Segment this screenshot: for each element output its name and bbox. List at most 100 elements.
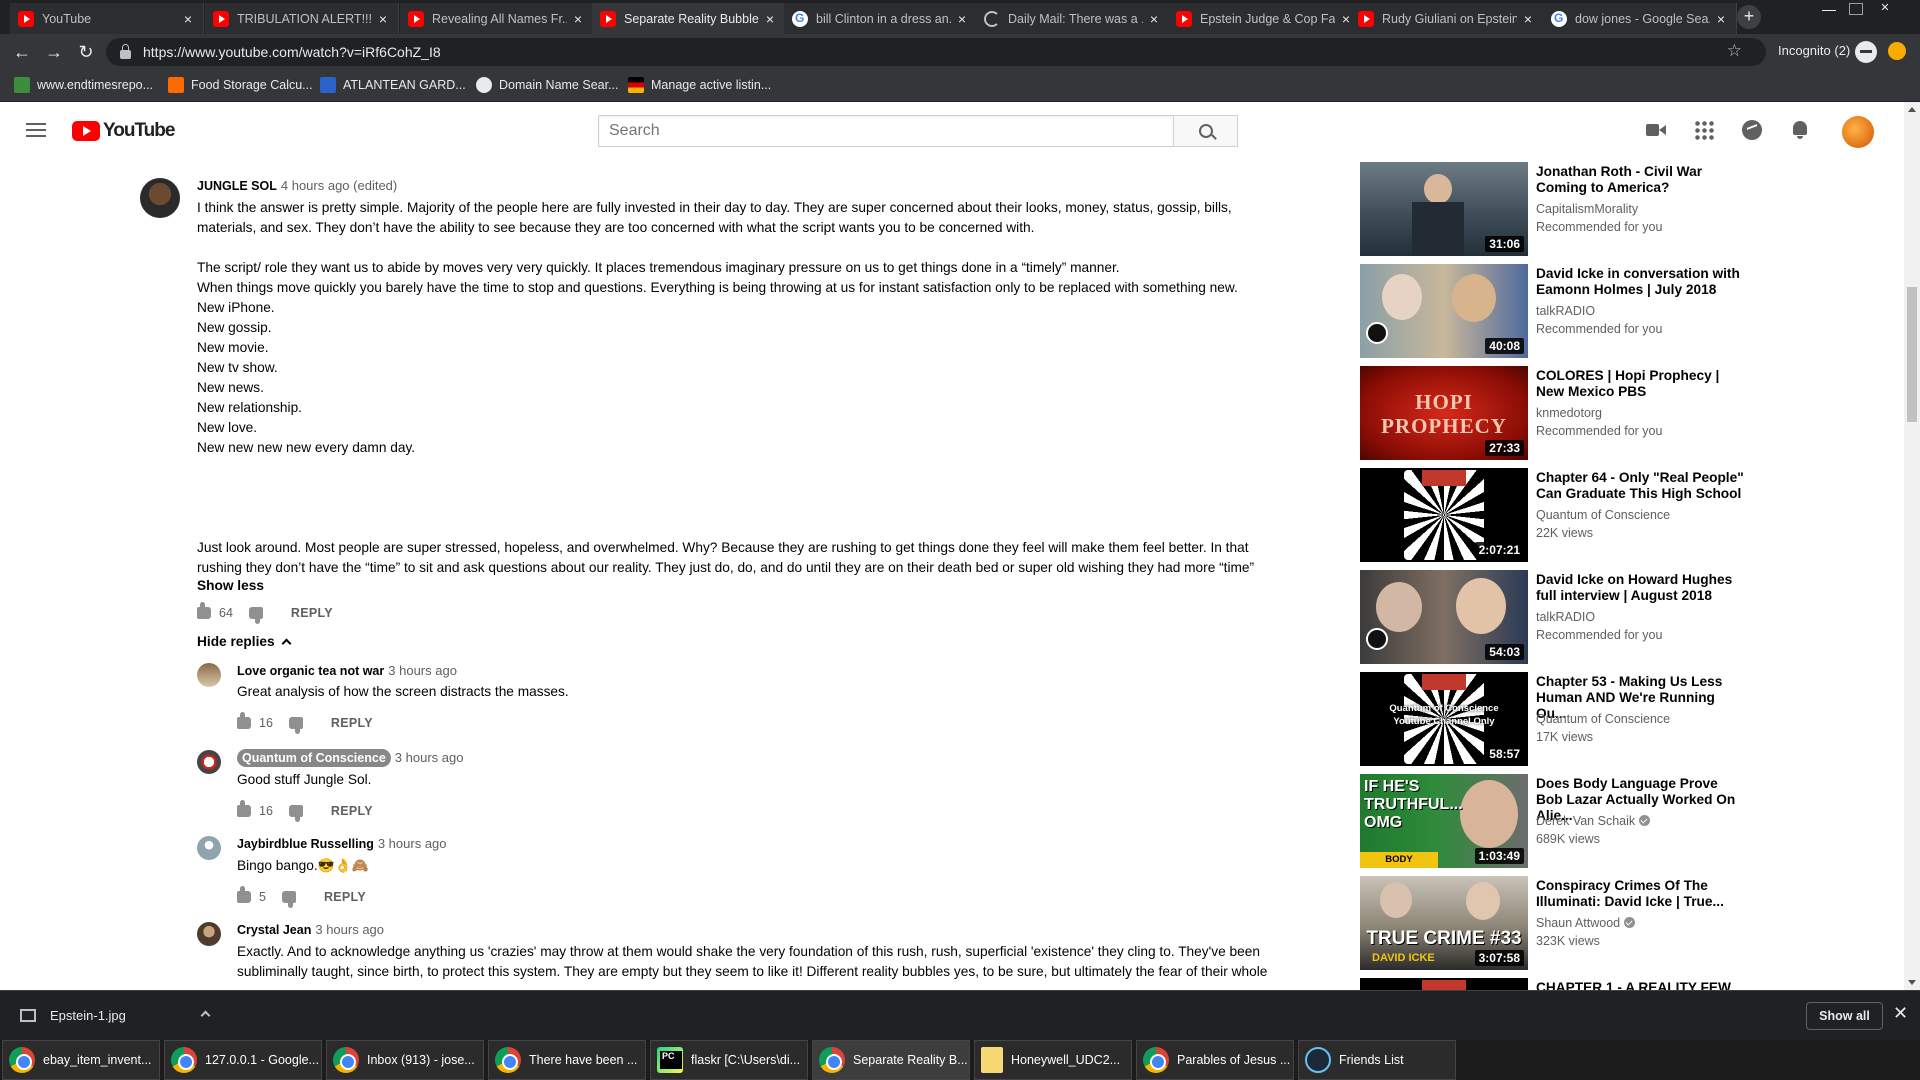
page-scrollbar[interactable] (1904, 102, 1920, 990)
taskbar-item[interactable]: flaskr [C:\Users\di... (650, 1040, 808, 1080)
bookmark-item[interactable]: www.endtimesrepo... (14, 77, 153, 93)
taskbar-item[interactable]: Inbox (913) - jose... (326, 1040, 484, 1080)
reply-button[interactable]: REPLY (331, 804, 373, 818)
channel-name[interactable]: knmedotorg (1536, 406, 1602, 420)
recommended-video[interactable]: HOPI PROPHECY 27:33 COLORES | Hopi Proph… (1360, 366, 1900, 460)
recommended-video[interactable]: TRUE CRIME #33 DAVID ICKE 3:07:58 Conspi… (1360, 876, 1900, 970)
comment-author[interactable]: JUNGLE SOL (197, 179, 277, 193)
incognito-label[interactable]: Incognito (2) (1778, 43, 1850, 58)
bookmark-item[interactable]: Manage active listin... (628, 77, 771, 93)
reload-icon[interactable]: ↻ (76, 42, 96, 62)
close-tab-icon[interactable]: × (1521, 11, 1535, 27)
bookmark-star-icon[interactable]: ☆ (1727, 41, 1742, 61)
show-all-downloads-button[interactable]: Show all (1806, 1002, 1883, 1030)
browser-tab[interactable]: YouTube × (10, 3, 204, 34)
avatar[interactable] (140, 178, 180, 218)
bookmark-item[interactable]: ATLANTEAN GARD... (320, 77, 466, 93)
reply-author[interactable]: Jaybirdblue Russelling (237, 837, 374, 851)
close-window-icon[interactable]: ✕ (1878, 3, 1892, 15)
browser-tab[interactable]: Rudy Giuliani on Epstein... × (1350, 3, 1544, 34)
channel-name[interactable]: Shaun Attwood (1536, 916, 1636, 930)
taskbar-item[interactable]: Friends List (1298, 1040, 1456, 1080)
taskbar-item[interactable]: Honeywell_UDC2... (974, 1040, 1132, 1080)
video-title[interactable]: Chapter 64 - Only "Real People" Can Grad… (1536, 470, 1746, 502)
recommended-video[interactable]: 40:08 David Icke in conversation with Ea… (1360, 264, 1900, 358)
extension-icon[interactable] (1888, 42, 1906, 60)
thumbs-up-icon[interactable] (237, 800, 251, 817)
close-tab-icon[interactable]: × (571, 11, 585, 27)
browser-tab-active[interactable]: Separate Reality Bubble... × (592, 3, 786, 34)
reply-author[interactable]: Love organic tea not war (237, 664, 384, 678)
notifications-bell-icon[interactable] (1790, 120, 1810, 140)
address-bar[interactable]: https://www.youtube.com/watch?v=iRf6CohZ… (106, 38, 1766, 66)
apps-grid-icon[interactable] (1694, 120, 1714, 140)
bookmark-item[interactable]: Domain Name Sear... (476, 77, 619, 93)
thumbs-down-icon[interactable] (288, 805, 303, 822)
video-title[interactable]: CHAPTER 1 - A REALITY FEW (1536, 980, 1746, 990)
recommended-video[interactable]: 2:07:21 Chapter 64 - Only "Real People" … (1360, 468, 1900, 562)
channel-name[interactable]: CapitalismMorality (1536, 202, 1638, 216)
browser-tab[interactable]: Daily Mail: There was a ... × (976, 3, 1170, 34)
close-tab-icon[interactable]: × (763, 11, 777, 27)
reply-time[interactable]: 3 hours ago (395, 750, 464, 765)
scroll-up-icon[interactable] (1908, 107, 1916, 112)
reply-time[interactable]: 3 hours ago (315, 922, 384, 937)
new-tab-button[interactable]: + (1737, 5, 1761, 29)
recommended-video[interactable]: CHAPTER 1 - A REALITY FEW (1360, 978, 1900, 990)
create-video-icon[interactable] (1646, 120, 1666, 140)
video-thumbnail[interactable]: 54:03 (1360, 570, 1528, 664)
taskbar-item[interactable]: Parables of Jesus ... (1136, 1040, 1294, 1080)
download-filename[interactable]: Epstein-1.jpg (50, 1008, 126, 1023)
browser-tab[interactable]: Revealing All Names Fr... × (400, 3, 594, 34)
channel-name[interactable]: talkRADIO (1536, 610, 1595, 624)
video-thumbnail[interactable]: 40:08 (1360, 264, 1528, 358)
taskbar-item[interactable]: There have been ... (488, 1040, 646, 1080)
close-tab-icon[interactable]: × (181, 11, 195, 27)
reply-button[interactable]: REPLY (331, 716, 373, 730)
browser-tab[interactable]: TRIBULATION ALERT!!! ... × (205, 3, 399, 34)
back-arrow-icon[interactable]: ← (12, 42, 32, 62)
reply-button[interactable]: REPLY (324, 890, 366, 904)
browser-tab[interactable]: dow jones - Google Sea... × (1543, 3, 1737, 34)
taskbar-item-active[interactable]: Separate Reality B... (812, 1040, 970, 1080)
video-thumbnail[interactable]: 31:06 (1360, 162, 1528, 256)
show-less-button[interactable]: Show less (197, 578, 264, 593)
video-thumbnail[interactable]: HOPI PROPHECY 27:33 (1360, 366, 1528, 460)
search-input[interactable] (598, 115, 1174, 147)
avatar[interactable] (197, 836, 221, 860)
video-title[interactable]: Jonathan Roth - Civil War Coming to Amer… (1536, 164, 1746, 196)
close-tab-icon[interactable]: × (1147, 11, 1161, 27)
video-title[interactable]: COLORES | Hopi Prophecy | New Mexico PBS (1536, 368, 1746, 400)
recommended-video[interactable]: 31:06 Jonathan Roth - Civil War Coming t… (1360, 162, 1900, 256)
close-tab-icon[interactable]: × (955, 11, 969, 27)
bookmark-item[interactable]: Food Storage Calcu... (168, 77, 313, 93)
recommended-video[interactable]: IF HE'S TRUTHFUL... OMG BODY LANGUAGE 1:… (1360, 774, 1900, 868)
close-icon[interactable]: ✕ (1893, 1003, 1908, 1024)
account-avatar[interactable] (1842, 116, 1874, 148)
video-thumbnail[interactable]: TRUE CRIME #33 DAVID ICKE 3:07:58 (1360, 876, 1528, 970)
restore-window-icon[interactable] (1849, 3, 1863, 15)
thumbs-down-icon[interactable] (281, 891, 296, 908)
browser-tab[interactable]: bill Clinton in a dress an... × (784, 3, 978, 34)
video-thumbnail[interactable] (1360, 978, 1528, 990)
scrollbar-thumb[interactable] (1907, 287, 1917, 422)
minimize-window-icon[interactable] (1822, 3, 1836, 11)
video-thumbnail[interactable]: IF HE'S TRUTHFUL... OMG BODY LANGUAGE 1:… (1360, 774, 1528, 868)
avatar[interactable] (197, 922, 221, 946)
messages-icon[interactable] (1742, 120, 1762, 140)
channel-name[interactable]: Quantum of Conscience (1536, 712, 1670, 726)
reply-button[interactable]: REPLY (291, 606, 333, 620)
avatar[interactable] (197, 663, 221, 687)
channel-owner-badge[interactable]: Quantum of Conscience (237, 749, 391, 767)
thumbs-up-icon[interactable] (237, 886, 251, 903)
video-title[interactable]: David Icke in conversation with Eamonn H… (1536, 266, 1746, 298)
channel-name[interactable]: talkRADIO (1536, 304, 1595, 318)
hide-replies-button[interactable]: Hide replies (197, 634, 292, 649)
thumbs-up-icon[interactable] (197, 602, 211, 619)
menu-icon[interactable] (26, 123, 46, 137)
image-file-icon[interactable] (20, 1009, 36, 1022)
avatar[interactable] (197, 750, 221, 774)
channel-name[interactable]: Quantum of Conscience (1536, 508, 1670, 522)
recommended-video[interactable]: Quantum of Conscience Youtube Channel On… (1360, 672, 1900, 766)
recommended-video[interactable]: 54:03 David Icke on Howard Hughes full i… (1360, 570, 1900, 664)
